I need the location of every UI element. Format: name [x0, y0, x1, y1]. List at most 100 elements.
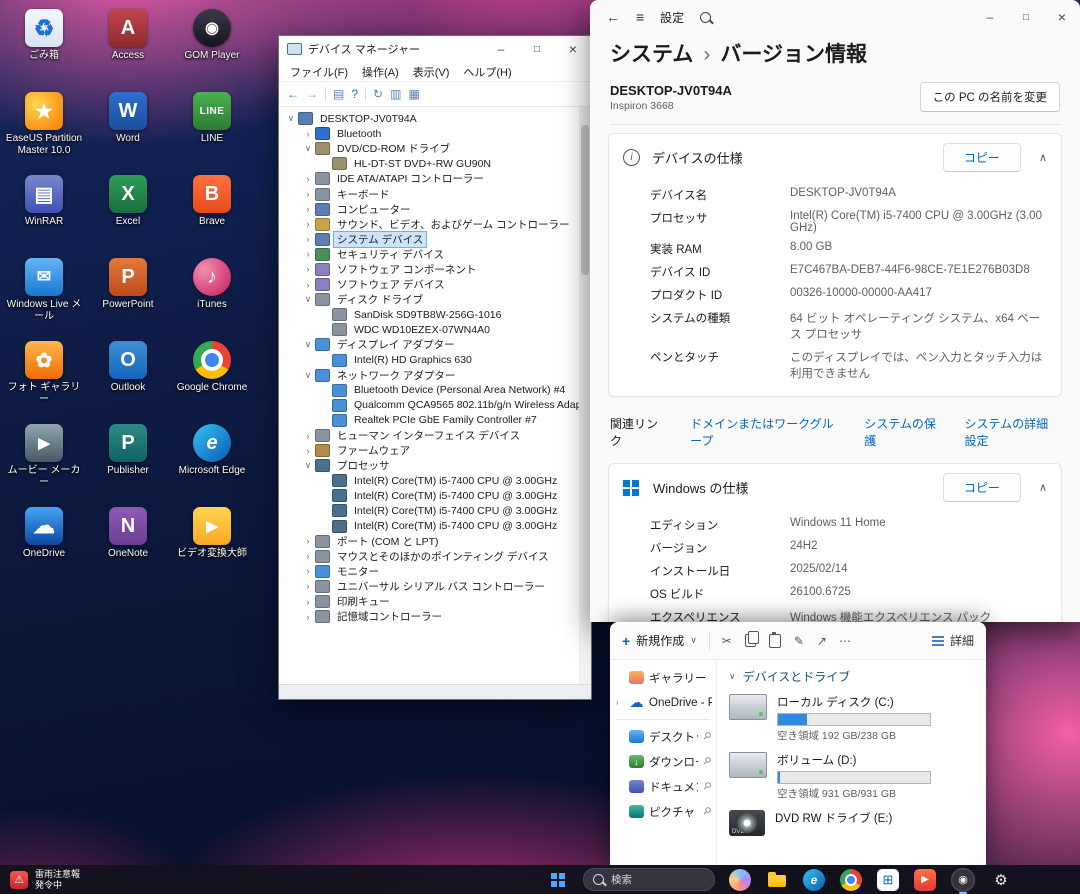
tree-item[interactable]: ›キーボード	[281, 186, 591, 201]
help-icon[interactable]: ?	[351, 88, 358, 100]
desktop-icon-recycle-bin[interactable]: ♻ごみ箱	[2, 4, 86, 87]
related-link[interactable]: システムの保護	[864, 415, 938, 449]
chevron-down-icon[interactable]: ∨	[302, 460, 314, 471]
tree-item[interactable]: Intel(R) HD Graphics 630	[281, 353, 591, 368]
sidebar-item-downloads[interactable]: ↓ダウンロード	[610, 749, 716, 774]
details-button[interactable]: 詳細	[932, 632, 974, 649]
menu-item[interactable]: 操作(A)	[355, 62, 406, 82]
drive-item[interactable]: ローカル ディスク (C:)空き領域 192 GB/238 GB	[729, 694, 974, 743]
new-button[interactable]: 新規作成	[622, 632, 697, 649]
scan-hardware-icon[interactable]: ▦	[408, 88, 419, 100]
chevron-right-icon[interactable]: ›	[302, 446, 314, 456]
widgets-button[interactable]: 雷雨注意報 発令中	[0, 865, 90, 894]
tree-item[interactable]: Intel(R) Core(TM) i5-7400 CPU @ 3.00GHz	[281, 473, 591, 488]
forward-icon[interactable]: →	[306, 88, 318, 100]
tree-item[interactable]: WDC WD10EZEX-07WN4A0	[281, 322, 591, 337]
chevron-down-icon[interactable]: ∨	[302, 294, 314, 305]
chevron-right-icon[interactable]: ›	[302, 264, 314, 274]
desktop-icon-photo-gallery[interactable]: ✿フォト ギャラリー	[2, 336, 86, 419]
rename-icon[interactable]	[794, 634, 804, 648]
tree-item[interactable]: Bluetooth Device (Personal Area Network)…	[281, 383, 591, 398]
desktop-icon-line[interactable]: LINELINE	[170, 87, 254, 170]
tree-item[interactable]: ›ソフトウェア コンポーネント	[281, 262, 591, 277]
copy-icon[interactable]	[745, 634, 756, 647]
rename-pc-button[interactable]: この PC の名前を変更	[920, 82, 1060, 112]
collapse-icon[interactable]	[1039, 151, 1047, 164]
cut-icon[interactable]	[722, 634, 732, 648]
desktop-icon-onenote[interactable]: NOneNote	[86, 502, 170, 585]
collapse-icon[interactable]	[1039, 481, 1047, 494]
desktop-icon-windows-live-mail[interactable]: ✉Windows Live メール	[2, 253, 86, 336]
drives-section-header[interactable]: デバイスとドライブ	[729, 668, 974, 685]
taskbar-search[interactable]: 検索	[583, 868, 715, 891]
sidebar-item-gallery[interactable]: ギャラリー	[610, 665, 716, 690]
sidebar-item-documents[interactable]: ドキュメント	[610, 774, 716, 799]
tree-item[interactable]: ›システム デバイス	[281, 232, 591, 247]
menu-icon[interactable]	[636, 9, 644, 25]
desktop-icon-easeus-partition-master[interactable]: ★EaseUS Partition Master 10.0	[2, 87, 86, 170]
more-options-icon[interactable]	[839, 634, 851, 648]
menu-item[interactable]: ファイル(F)	[283, 62, 355, 82]
sidebar-item-onedrive[interactable]: ☁OneDrive - Pers...	[610, 690, 716, 715]
tree-item[interactable]: ›Bluetooth	[281, 126, 591, 141]
chevron-down-icon[interactable]: ∨	[285, 113, 297, 124]
tree-item[interactable]: ∨DESKTOP-JV0T94A	[281, 111, 591, 126]
desktop-icon-powerpoint[interactable]: PPowerPoint	[86, 253, 170, 336]
tree-item[interactable]: ∨DVD/CD-ROM ドライブ	[281, 141, 591, 156]
tree-item[interactable]: ›コンピューター	[281, 202, 591, 217]
device-spec-card-header[interactable]: デバイスの仕様 コピー	[609, 134, 1061, 181]
media-player-icon[interactable]: ▶	[914, 869, 936, 891]
tree-item[interactable]: Realtek PCIe GbE Family Controller #7	[281, 413, 591, 428]
file-explorer-icon[interactable]	[766, 869, 788, 891]
chevron-right-icon[interactable]: ›	[302, 612, 314, 622]
desktop-icon-movie-maker[interactable]: ▶ムービー メーカー	[2, 419, 86, 502]
tree-item[interactable]: ›ソフトウェア デバイス	[281, 277, 591, 292]
desktop-icon-brave[interactable]: BBrave	[170, 170, 254, 253]
breadcrumb-system[interactable]: システム	[610, 38, 693, 68]
chrome-icon[interactable]	[840, 869, 862, 891]
gom-player-icon[interactable]: ◉	[951, 868, 975, 892]
chevron-right-icon[interactable]: ›	[302, 204, 314, 214]
start-button[interactable]	[543, 865, 573, 894]
chevron-right-icon[interactable]: ›	[302, 234, 314, 244]
chevron-down-icon[interactable]: ∨	[302, 370, 314, 381]
copilot-icon[interactable]	[729, 869, 751, 891]
tree-item[interactable]: ∨ディスク ドライブ	[281, 292, 591, 307]
tree-item[interactable]: ›記憶域コントローラー	[281, 609, 591, 624]
desktop-icon-publisher[interactable]: PPublisher	[86, 419, 170, 502]
menu-item[interactable]: 表示(V)	[406, 62, 457, 82]
chevron-down-icon[interactable]: ∨	[302, 143, 314, 154]
store-icon[interactable]: ⊞	[877, 869, 899, 891]
paste-icon[interactable]	[769, 634, 781, 648]
console-root-icon[interactable]: ▤	[333, 88, 344, 100]
tree-item[interactable]: ›ファームウェア	[281, 443, 591, 458]
tree-item[interactable]: Intel(R) Core(TM) i5-7400 CPU @ 3.00GHz	[281, 488, 591, 503]
chevron-right-icon[interactable]: ›	[302, 551, 314, 561]
back-icon[interactable]: ←	[287, 88, 299, 100]
desktop-icon-excel[interactable]: XExcel	[86, 170, 170, 253]
chevron-right-icon[interactable]: ›	[302, 566, 314, 576]
tree-item[interactable]: Intel(R) Core(TM) i5-7400 CPU @ 3.00GHz	[281, 519, 591, 534]
edge-icon[interactable]: e	[803, 869, 825, 891]
tree-item[interactable]: ›ヒューマン インターフェイス デバイス	[281, 428, 591, 443]
back-icon[interactable]	[606, 9, 620, 25]
chevron-right-icon[interactable]: ›	[302, 129, 314, 139]
tree-item[interactable]: ∨プロセッサ	[281, 458, 591, 473]
maximize-icon[interactable]	[1008, 0, 1044, 34]
desktop-icon-access[interactable]: AAccess	[86, 4, 170, 87]
tree-item[interactable]: ›ユニバーサル シリアル バス コントローラー	[281, 579, 591, 594]
close-icon[interactable]	[1044, 0, 1080, 34]
tree-item[interactable]: ›モニター	[281, 564, 591, 579]
related-link[interactable]: システムの詳細設定	[964, 415, 1060, 449]
tree-item[interactable]: ›印刷キュー	[281, 594, 591, 609]
desktop-icon-gom-player[interactable]: ◉GOM Player	[170, 4, 254, 87]
chevron-right-icon[interactable]: ›	[302, 280, 314, 290]
chevron-right-icon[interactable]: ›	[302, 536, 314, 546]
tree-item[interactable]: ›セキュリティ デバイス	[281, 247, 591, 262]
device-manager-titlebar[interactable]: デバイス マネージャー	[279, 36, 591, 62]
menu-item[interactable]: ヘルプ(H)	[456, 62, 518, 82]
sidebar-item-desktop[interactable]: デスクトップ	[610, 724, 716, 749]
tree-item[interactable]: ›ポート (COM と LPT)	[281, 534, 591, 549]
tree-item[interactable]: SanDisk SD9TB8W-256G-1016	[281, 307, 591, 322]
chevron-right-icon[interactable]: ›	[302, 189, 314, 199]
